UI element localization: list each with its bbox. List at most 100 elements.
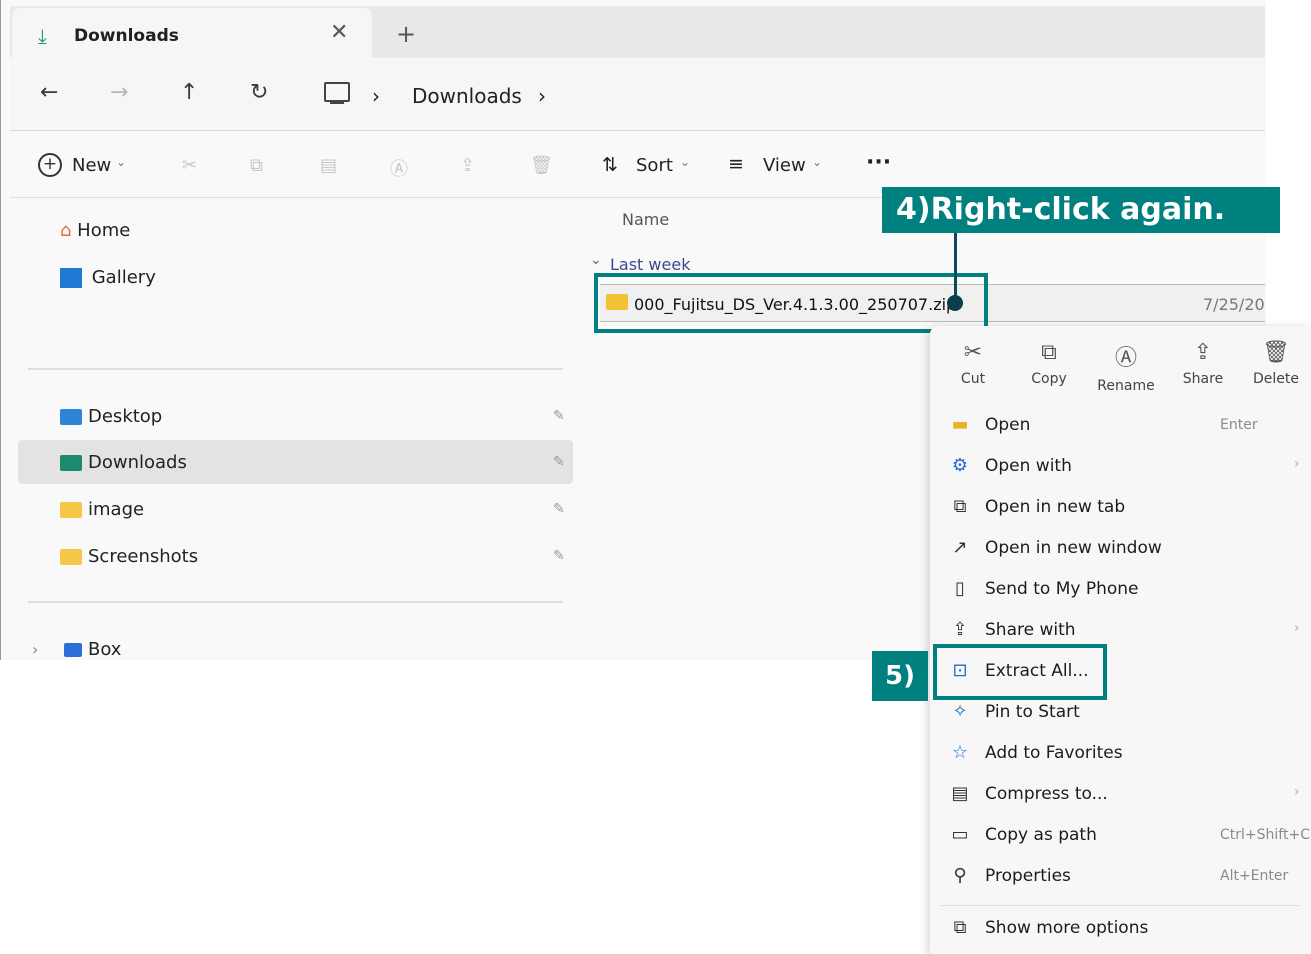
menu-item-shortcut: Enter [1220,417,1258,433]
sort-icon[interactable]: ⇅ [602,154,618,176]
menu-item-label: Send to My Phone [985,579,1139,599]
new-tab-button[interactable]: + [396,20,416,48]
rename-icon: Ⓐ [1114,346,1137,371]
delete-icon: 🗑 [1262,340,1290,365]
download-icon: ⤓ [38,24,47,48]
sort-button[interactable]: Sort [636,155,673,176]
new-button[interactable]: New [72,155,111,176]
breadcrumb-chevron-end[interactable]: › [538,84,546,108]
menu-item-add-to-favorites[interactable]: ☆ Add to Favorites [948,738,1308,774]
back-button[interactable]: ← [40,80,58,105]
menu-item-pin-to-start[interactable]: ✧ Pin to Start [948,697,1308,733]
step4-highlight-box [594,273,988,333]
pin-icon: ✎ [553,501,565,517]
quick-action-label: Rename [1097,378,1155,394]
new-window-icon: ↗ [952,537,968,558]
menu-item-show-more-options[interactable]: ⧉ Show more options [948,913,1308,949]
downloads-folder-icon [60,455,82,471]
desktop-folder-icon [60,409,82,425]
cut-icon[interactable]: ✂ [182,155,197,176]
box-icon [64,643,82,657]
step4-pointer-line [954,233,957,301]
menu-cut-button[interactable]: ✂ Cut [938,340,1008,387]
sidebar-item-screenshots[interactable]: Screenshots [60,546,198,567]
sidebar-item-label: Home [77,220,131,241]
computer-icon-stand [330,102,344,104]
menu-item-send-to-phone[interactable]: ▯ Send to My Phone [948,574,1308,610]
quick-action-label: Copy [1031,371,1067,387]
quick-action-label: Cut [960,371,986,387]
breadcrumb-chevron[interactable]: › [372,84,380,108]
menu-item-open-new-window[interactable]: ↗ Open in new window [948,533,1308,569]
share-with-icon: ⇪ [952,619,968,640]
menu-item-label: Open with [985,456,1072,476]
quick-action-label: Delete [1253,371,1299,387]
copy-path-icon: ▭ [951,824,969,845]
sidebar-item-label: Downloads [88,452,187,473]
more-options-button[interactable]: ··· [866,150,891,175]
delete-icon[interactable]: 🗑 [530,155,553,176]
share-icon[interactable]: ⇪ [460,155,475,176]
view-icon[interactable]: ≡ [728,153,744,175]
view-button[interactable]: View [763,155,806,176]
menu-item-open-with[interactable]: ⚙ Open with › [948,451,1308,487]
sort-chevron-icon[interactable]: ⌄ [680,155,690,169]
sidebar-item-label: Desktop [88,406,163,427]
menu-item-open[interactable]: ▬ Open Enter [948,410,1308,446]
tab-title: Downloads [74,26,179,46]
view-chevron-icon[interactable]: ⌄ [812,155,822,169]
menu-item-compress-to[interactable]: ▤ Compress to... › [948,779,1308,815]
properties-icon: ⚲ [953,865,967,886]
new-plus-icon[interactable]: + [38,153,62,177]
gallery-icon [60,268,82,288]
paste-icon[interactable]: ▤ [320,155,337,176]
group-header-last-week[interactable]: Last week [610,255,690,274]
menu-item-label: Share with [985,620,1076,640]
menu-item-label: Compress to... [985,784,1108,804]
sidebar-item-label: Screenshots [88,546,199,567]
computer-icon[interactable] [324,82,350,102]
sidebar-item-desktop[interactable]: Desktop [60,406,162,427]
menu-item-copy-as-path[interactable]: ▭ Copy as path Ctrl+Shift+C [948,820,1310,856]
file-date: 7/25/20 [1203,295,1265,314]
folder-icon [60,502,82,518]
sidebar-item-label: Box [88,639,122,660]
refresh-button[interactable]: ↻ [250,80,268,105]
sidebar-item-downloads[interactable]: Downloads [60,452,187,473]
breadcrumb-downloads[interactable]: Downloads [412,84,522,108]
menu-share-button[interactable]: ⇪ Share [1168,340,1238,387]
sidebar-item-home[interactable]: ⌂ Home [60,220,130,241]
sidebar-item-box[interactable]: Box [64,639,121,660]
new-chevron-icon[interactable]: ⌄ [116,155,126,169]
sidebar-item-gallery[interactable]: Gallery [60,267,156,288]
copy-icon[interactable]: ⧉ [250,155,263,176]
box-expand-chevron-icon[interactable]: › [32,640,38,659]
menu-copy-button[interactable]: ⧉ Copy [1014,340,1084,387]
menu-delete-button[interactable]: 🗑 Delete [1241,340,1311,387]
sidebar-divider [28,601,563,603]
sidebar-item-image[interactable]: image [60,499,144,520]
submenu-chevron-icon: › [1294,784,1300,800]
menu-rename-button[interactable]: Ⓐ Rename [1091,340,1161,394]
group-chevron-icon[interactable]: ⌄ [590,252,602,268]
menu-item-shortcut: Ctrl+Shift+C [1220,827,1310,843]
menu-item-properties[interactable]: ⚲ Properties Alt+Enter [948,861,1308,897]
compress-icon: ▤ [951,783,969,804]
menu-item-label: Pin to Start [985,702,1080,722]
more-options-icon: ⧉ [953,917,967,938]
folder-icon [60,549,82,565]
column-header-name[interactable]: Name [622,210,669,229]
menu-item-label: Copy as path [985,825,1097,845]
step4-callout: 4)Right-click again. [882,187,1280,233]
folder-open-icon: ▬ [951,414,969,435]
menu-item-shortcut: Alt+Enter [1220,868,1289,884]
submenu-chevron-icon: › [1294,456,1300,472]
up-button[interactable]: ↑ [180,80,198,105]
close-tab-icon[interactable]: ✕ [330,20,348,45]
tab-downloads[interactable] [12,8,372,60]
menu-item-open-new-tab[interactable]: ⧉ Open in new tab [948,492,1308,528]
rename-icon[interactable]: Ⓐ [390,155,408,181]
share-icon: ⇪ [1193,340,1213,365]
menu-item-label: Properties [985,866,1071,886]
forward-button[interactable]: → [110,80,128,105]
